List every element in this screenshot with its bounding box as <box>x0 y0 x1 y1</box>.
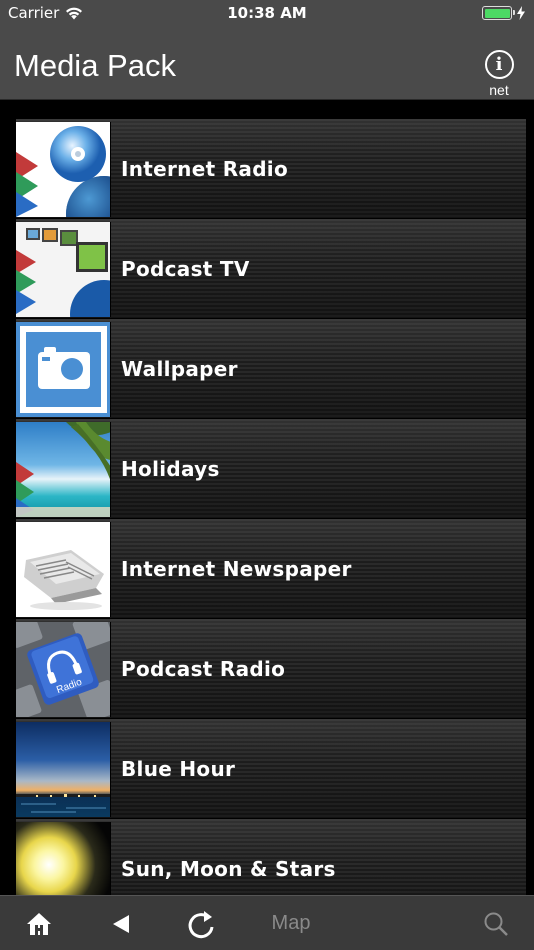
map-button[interactable]: Map <box>260 896 322 950</box>
list-item-label: Internet Newspaper <box>121 556 352 581</box>
list-item-internet-radio[interactable]: Internet Radio <box>16 119 526 219</box>
page-title: Media Pack <box>14 48 176 83</box>
navigation-header: Media Pack i net <box>0 30 534 100</box>
reload-icon <box>188 910 214 938</box>
beach-icon <box>16 422 111 517</box>
home-button[interactable] <box>20 896 58 950</box>
back-button[interactable] <box>104 896 138 950</box>
back-icon <box>113 914 129 933</box>
list-item-internet-newspaper[interactable]: Internet Newspaper <box>16 519 526 619</box>
headphones-key-icon: Radio <box>16 622 111 717</box>
list-item-label: Podcast Radio <box>121 656 286 681</box>
list-item-label: Wallpaper <box>121 356 238 381</box>
list-item-label: Podcast TV <box>121 256 250 281</box>
status-bar: Carrier 10:38 AM <box>0 0 534 30</box>
camera-icon <box>16 322 111 417</box>
list-item-label: Holidays <box>121 456 220 481</box>
list-item-holidays[interactable]: Holidays <box>16 419 526 519</box>
media-list: Internet Radio Podcast TV Wallpaper Holi… <box>16 119 526 919</box>
status-time: 10:38 AM <box>227 4 307 22</box>
list-item-label: Blue Hour <box>121 756 236 781</box>
list-item-wallpaper[interactable]: Wallpaper <box>16 319 526 419</box>
info-button[interactable]: i net <box>484 50 514 104</box>
bottom-toolbar: Map <box>0 895 534 950</box>
list-item-podcast-radio[interactable]: Radio Podcast Radio <box>16 619 526 719</box>
internet-radio-icon <box>16 122 111 217</box>
map-label: Map <box>271 912 311 934</box>
list-item-label: Internet Radio <box>121 156 289 181</box>
charging-bolt-icon <box>517 6 525 20</box>
battery-icon <box>482 6 515 20</box>
home-icon <box>27 912 51 935</box>
podcast-tv-icon <box>16 222 111 317</box>
list-item-label: Sun, Moon & Stars <box>121 856 336 881</box>
newspaper-icon <box>16 522 111 617</box>
status-right <box>482 6 526 20</box>
search-icon <box>484 912 508 936</box>
battery-level <box>484 8 510 18</box>
reload-button[interactable] <box>184 896 218 950</box>
list-item-blue-hour[interactable]: Blue Hour <box>16 719 526 819</box>
list-item-podcast-tv[interactable]: Podcast TV <box>16 219 526 319</box>
info-label: net <box>489 82 509 98</box>
search-button[interactable] <box>478 896 514 950</box>
blue-hour-icon <box>16 722 111 817</box>
info-icon: i <box>484 50 514 79</box>
